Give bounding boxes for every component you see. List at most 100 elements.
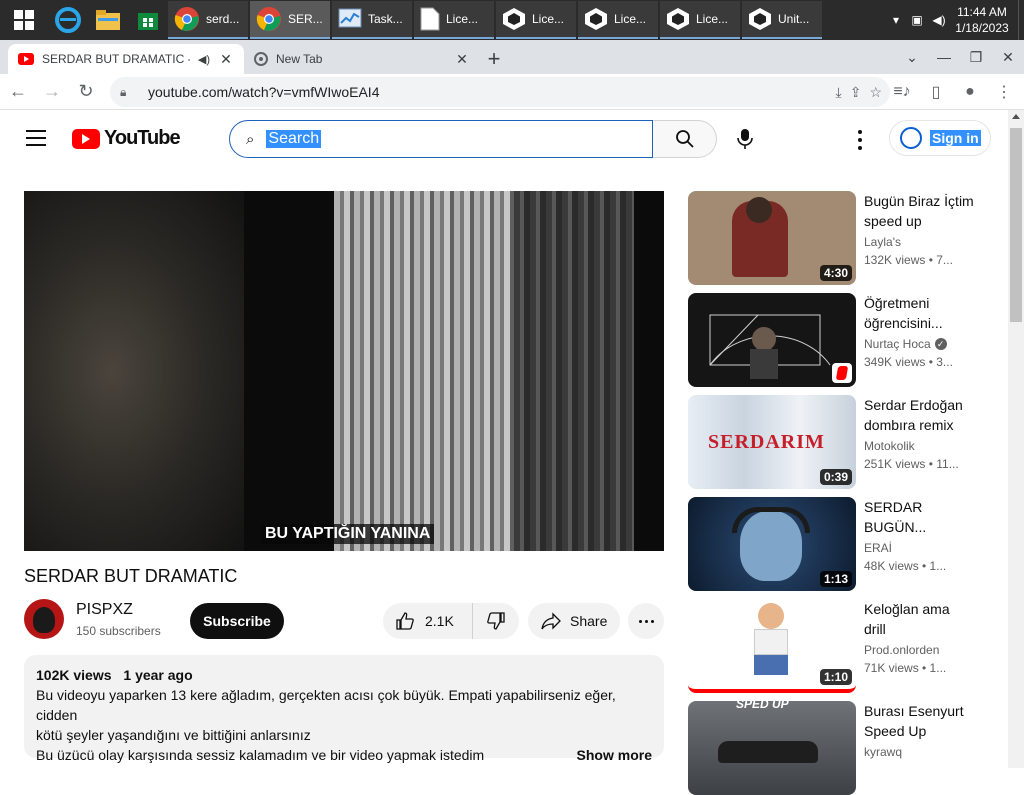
shorts-icon [832, 363, 852, 383]
more-actions-button[interactable] [628, 603, 664, 639]
description-box[interactable]: 102K views 1 year ago Bu videoyu yaparke… [24, 655, 664, 763]
network-icon[interactable]: ▣ [906, 13, 928, 27]
channel-name-text: Nurtaç Hoca [864, 337, 931, 351]
share-page-icon[interactable]: ⇪ [850, 84, 862, 101]
volume-icon[interactable]: ◀) [928, 13, 950, 27]
recommended-video[interactable]: 4:30 Bugün Biraz İçtim speed up Layla's … [688, 191, 988, 285]
channel-name: Prod.onlorden [864, 643, 939, 657]
video-title: Bugün Biraz İçtim speed up [864, 193, 974, 229]
search-icon [675, 130, 694, 148]
browser-tab-strip: SERDAR BUT DRAMATIC - Yo ◀) ✕ New Tab ✕ … [0, 40, 1024, 74]
taskbar-item-unity[interactable]: Lice... [660, 1, 740, 39]
video-title: SERDAR BUT DRAMATIC [24, 566, 238, 586]
taskbar-item-chrome[interactable]: serd... [168, 1, 248, 39]
scrollbar-thumb[interactable] [1010, 128, 1022, 322]
channel-name: kyrawq [864, 745, 902, 759]
youtube-wordmark: YouTube [104, 127, 181, 149]
show-desktop-button[interactable] [1018, 0, 1024, 40]
internet-explorer-icon[interactable] [48, 0, 88, 40]
taskbar-item-label: Lice... [532, 12, 565, 26]
search-button[interactable] [653, 120, 717, 158]
upload-age: 1 year ago [123, 667, 193, 683]
profile-icon[interactable]: ● [956, 76, 984, 108]
close-tab-icon[interactable]: ✕ [218, 51, 234, 68]
tab-title: SERDAR BUT DRAMATIC - Yo [42, 52, 190, 66]
new-tab-button[interactable]: + [480, 44, 508, 74]
youtube-logo[interactable]: YouTube [72, 127, 181, 150]
video-thumbnail[interactable]: SPED UP [688, 701, 856, 795]
recommended-video[interactable]: 1:10 Keloğlan ama drill Prod.onlorden 71… [688, 599, 988, 693]
settings-menu-icon[interactable] [848, 128, 872, 152]
restore-icon[interactable]: ❐ [960, 49, 992, 66]
forward-icon[interactable]: → [36, 76, 68, 108]
taskbar-item-task-manager[interactable]: Task... [332, 1, 412, 39]
clock[interactable]: 11:44 AM 1/18/2023 [950, 4, 1014, 36]
video-thumbnail[interactable]: SERDARIM 0:39 [688, 395, 856, 489]
unity-icon [503, 8, 525, 30]
video-stats: 48K views • 1... [864, 559, 947, 573]
taskbar-item-unity[interactable]: Lice... [578, 1, 658, 39]
audio-playing-icon[interactable]: ◀) [198, 53, 210, 66]
tab-youtube[interactable]: SERDAR BUT DRAMATIC - Yo ◀) ✕ [8, 44, 244, 74]
voice-search-button[interactable] [726, 120, 764, 158]
unity-icon [667, 8, 689, 30]
tab-new-tab[interactable]: New Tab ✕ [244, 44, 480, 74]
close-window-icon[interactable]: ✕ [992, 49, 1024, 66]
verified-badge-icon: ✓ [934, 338, 947, 350]
subscriber-count: 150 subscribers [76, 624, 161, 638]
video-duration: 0:39 [819, 469, 852, 485]
sign-in-button[interactable]: Sign in [889, 120, 991, 156]
recommended-video[interactable]: 1:13 SERDAR BUGÜN... ERAİ 48K views • 1.… [688, 497, 988, 591]
page-scrollbar[interactable] [1008, 110, 1024, 768]
video-thumbnail[interactable]: 4:30 [688, 191, 856, 285]
channel-name: Layla's [864, 235, 901, 249]
recommended-video[interactable]: Öğretmeni öğrencisini... Nurtaç Hoca ✓ 34… [688, 293, 988, 387]
chevron-up-icon[interactable]: ▾ [886, 13, 906, 27]
subscribe-button[interactable]: Subscribe [190, 603, 284, 639]
taskbar-item-document[interactable]: Lice... [414, 1, 494, 39]
store-icon[interactable] [128, 0, 168, 40]
scroll-up-arrow-icon[interactable] [1012, 114, 1020, 119]
dislike-button[interactable] [473, 611, 519, 631]
video-thumbnail[interactable] [688, 293, 856, 387]
file-explorer-icon[interactable] [88, 0, 128, 40]
close-tab-icon[interactable]: ✕ [454, 51, 470, 68]
taskbar-item-unity-hub[interactable]: Unit... [742, 1, 822, 39]
address-bar[interactable]: 🔒︎ youtube.com/watch?v=vmfWIwoEAI4 ⤓ ⇪ ☆ [110, 77, 890, 107]
media-control-icon[interactable]: ≡♪ [888, 76, 916, 108]
chalkboard-drawing [709, 314, 831, 379]
menu-icon[interactable] [26, 130, 46, 146]
back-icon[interactable]: ← [2, 76, 34, 108]
start-button[interactable] [0, 0, 48, 40]
search-icon: ⌕ [246, 130, 255, 148]
recommended-video[interactable]: SERDARIM 0:39 Serdar Erdoğan dombıra rem… [688, 395, 988, 489]
side-panel-icon[interactable]: ▯ [922, 76, 950, 108]
taskbar-item-chrome-active[interactable]: SER... [250, 1, 330, 39]
recommended-video[interactable]: SPED UP Burası Esenyurt Speed Up kyrawq [688, 701, 988, 795]
install-icon[interactable]: ⤓ [836, 84, 842, 101]
channel-name[interactable]: PISPXZ [76, 601, 133, 619]
show-more-link[interactable]: Show more [577, 745, 652, 765]
bookmark-star-icon[interactable]: ☆ [869, 84, 882, 101]
share-arrow-icon [541, 612, 561, 630]
channel-name: Motokolik [864, 439, 915, 453]
share-label: Share [570, 613, 608, 629]
video-player[interactable]: BU YAPTIĞIN YANINA [24, 191, 664, 551]
taskbar-item-unity[interactable]: Lice... [496, 1, 576, 39]
clock-date: 1/18/2023 [955, 21, 1009, 35]
channel-avatar[interactable] [24, 599, 64, 639]
video-thumbnail[interactable]: 1:10 [688, 599, 856, 693]
video-frame-dark-area [24, 191, 244, 551]
lock-icon[interactable]: 🔒︎ [120, 85, 138, 100]
reload-icon[interactable]: ↻ [70, 76, 102, 108]
video-thumbnail[interactable]: 1:13 [688, 497, 856, 591]
like-button[interactable]: 2.1K [383, 603, 473, 639]
share-button[interactable]: Share [528, 603, 620, 639]
minimize-icon[interactable]: — [928, 49, 960, 65]
video-title: Öğretmeni öğrencisini... [864, 295, 943, 331]
search-input[interactable]: ⌕ Search [229, 120, 653, 158]
chrome-menu-icon[interactable]: ⋮ [990, 76, 1018, 108]
channel-name-text: kyrawq [864, 745, 903, 759]
tab-search-icon[interactable]: ⌄ [896, 49, 928, 66]
video-duration: 4:30 [819, 265, 852, 281]
